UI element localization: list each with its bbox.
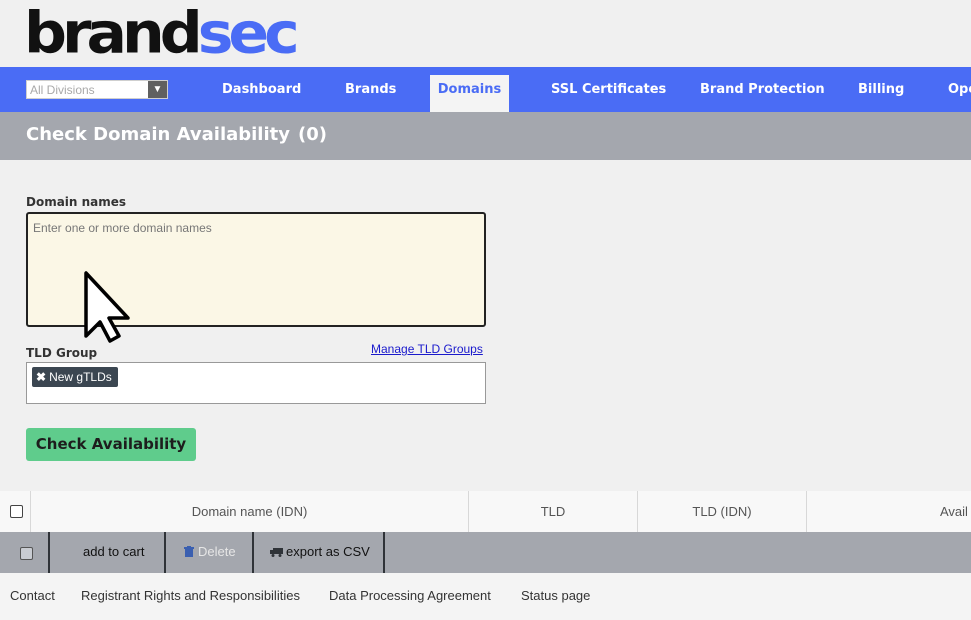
page-title-bar: Check Domain Availability (0)	[0, 112, 971, 160]
result-count: (0)	[298, 124, 327, 145]
tld-group-select[interactable]: ✖ New gTLDs	[26, 362, 486, 404]
logo-text-brand: brand	[24, 0, 203, 67]
division-select[interactable]: All Divisions ▼	[26, 80, 168, 99]
select-all-checkbox[interactable]	[10, 505, 23, 518]
results-table-header: Domain name (IDN) TLD TLD (IDN) Avail	[0, 491, 971, 532]
nav-domains[interactable]: Domains	[430, 75, 509, 112]
footer-link-contact[interactable]: Contact	[10, 588, 55, 603]
divider	[252, 532, 254, 573]
delete-label: Delete	[198, 544, 236, 559]
export-csv-button[interactable]: export as CSV	[270, 532, 370, 573]
delete-button[interactable]: Delete	[184, 532, 236, 573]
nav-operations[interactable]: Ope	[948, 67, 971, 112]
manage-tld-groups-link[interactable]: Manage TLD Groups	[371, 342, 483, 356]
main-navbar: All Divisions ▼ Dashboard Brands Domains…	[0, 67, 971, 112]
tld-group-label: TLD Group	[26, 346, 98, 360]
nav-brand-protection[interactable]: Brand Protection	[700, 67, 825, 112]
division-select-value: All Divisions	[30, 83, 95, 97]
trash-icon	[184, 546, 194, 557]
nav-billing[interactable]: Billing	[858, 67, 904, 112]
select-all-cell	[0, 491, 31, 532]
bulk-action-bar: add to cart Delete export as CSV	[0, 532, 971, 573]
truck-icon	[270, 548, 283, 557]
divider	[48, 532, 50, 573]
footer-link-status-page[interactable]: Status page	[521, 588, 590, 603]
nav-dashboard[interactable]: Dashboard	[222, 67, 301, 112]
nav-ssl-certificates[interactable]: SSL Certificates	[551, 67, 666, 112]
footer-link-data-processing[interactable]: Data Processing Agreement	[329, 588, 491, 603]
check-availability-button[interactable]: Check Availability	[26, 428, 196, 461]
col-availability[interactable]: Avail	[807, 491, 971, 532]
dropdown-arrow-icon[interactable]: ▼	[148, 81, 167, 98]
tld-tag: ✖ New gTLDs	[32, 367, 118, 387]
export-csv-label: export as CSV	[286, 544, 370, 559]
bulk-select-checkbox[interactable]	[20, 547, 33, 560]
nav-brands[interactable]: Brands	[345, 67, 396, 112]
divider	[383, 532, 385, 573]
footer: Contact Registrant Rights and Responsibi…	[0, 573, 971, 620]
page-title: Check Domain Availability (0)	[26, 124, 327, 145]
domain-names-label: Domain names	[26, 195, 127, 209]
remove-tag-icon[interactable]: ✖	[36, 370, 46, 384]
logo-text-sec: sec	[197, 0, 300, 67]
col-domain-name-idn[interactable]: Domain name (IDN)	[31, 491, 469, 532]
col-tld-idn[interactable]: TLD (IDN)	[638, 491, 807, 532]
add-to-cart-button[interactable]: add to cart	[83, 532, 144, 573]
footer-link-registrant-rights[interactable]: Registrant Rights and Responsibilities	[81, 588, 300, 603]
divider	[164, 532, 166, 573]
brandsec-logo[interactable]: brandsec	[24, 0, 300, 67]
col-tld[interactable]: TLD	[469, 491, 638, 532]
tld-tag-label: New gTLDs	[49, 370, 112, 384]
page-title-text: Check Domain Availability	[26, 124, 290, 145]
mouse-cursor-icon	[84, 271, 130, 343]
